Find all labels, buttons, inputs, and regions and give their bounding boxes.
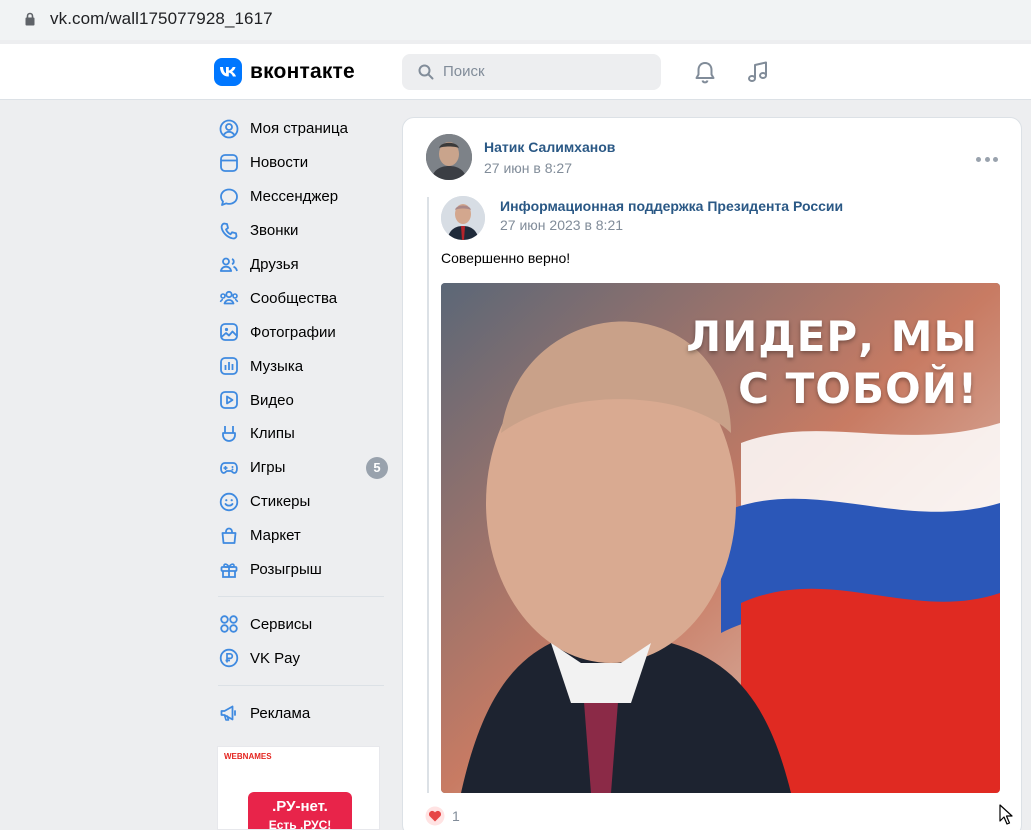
url-text[interactable]: vk.com/wall175077928_1617	[50, 9, 273, 29]
sidebar-item-label: Игры	[250, 459, 286, 477]
ad-brand-logo: WEBNAMES	[224, 752, 272, 761]
wall-post: Натик Салимханов 27 июн в 8:27 Информаци…	[402, 117, 1022, 830]
sidebar-item-market[interactable]: Маркет	[216, 519, 392, 553]
sidebar-item-stickers[interactable]: Стикеры	[216, 485, 392, 519]
sidebar-item-label: Розыгрыш	[250, 561, 322, 579]
sidebar-item-label: Сервисы	[250, 615, 313, 633]
sidebar-item-label: Реклама	[250, 704, 311, 722]
ad-creative: .РУ-нет. Есть .РУС!	[248, 792, 352, 830]
like-button[interactable]: 1	[425, 806, 460, 826]
communities-icon	[218, 287, 240, 309]
sidebar-item-label: Видео	[250, 391, 294, 409]
sidebar-item-label: Звонки	[250, 222, 299, 240]
music-icon[interactable]	[745, 59, 771, 85]
vkpay-icon	[218, 647, 240, 669]
sidebar-item-label: Сообщества	[250, 289, 338, 307]
music-icon	[218, 355, 240, 377]
sidebar-item-communities[interactable]: Сообщества	[216, 281, 392, 315]
sidebar-item-video[interactable]: Видео	[216, 383, 392, 417]
sidebar-item-services[interactable]: Сервисы	[216, 607, 392, 641]
repost-author-avatar[interactable]	[441, 196, 485, 240]
heart-icon	[425, 806, 445, 826]
vk-logo-icon	[214, 58, 242, 86]
stickers-icon	[218, 491, 240, 513]
sidebar-item-label: Стикеры	[250, 493, 311, 511]
sidebar-item-ads[interactable]: Реклама	[216, 696, 392, 730]
sidebar-item-label: Фотографии	[250, 323, 336, 341]
search-placeholder: Поиск	[443, 63, 485, 80]
sidebar-item-games[interactable]: Игры 5	[216, 451, 392, 485]
sidebar-item-photos[interactable]: Фотографии	[216, 315, 392, 349]
repost-date[interactable]: 27 июн 2023 в 8:21	[500, 217, 623, 233]
user-circle-icon	[218, 118, 240, 140]
gift-icon	[218, 559, 240, 581]
vk-header: вконтакте Поиск	[0, 44, 1031, 100]
sidebar-item-label: Моя страница	[250, 120, 348, 138]
photo-headline-line-2: С ТОБОЙ!	[738, 364, 978, 413]
sidebar-item-messenger[interactable]: Мессенджер	[216, 180, 392, 214]
vk-logo[interactable]: вконтакте	[214, 58, 355, 86]
left-sidebar: Моя страница Новости Мессенджер Звонки Д…	[216, 112, 392, 730]
photos-icon	[218, 321, 240, 343]
bell-icon[interactable]	[692, 59, 718, 85]
post-text: Совершенно верно!	[441, 250, 571, 266]
sidebar-item-calls[interactable]: Звонки	[216, 214, 392, 248]
lock-icon	[25, 12, 35, 26]
news-icon	[218, 152, 240, 174]
sidebar-divider	[218, 685, 384, 687]
sidebar-item-news[interactable]: Новости	[216, 146, 392, 180]
sidebar-item-label: Клипы	[250, 425, 295, 443]
vk-logo-text: вконтакте	[250, 60, 355, 83]
ad-banner[interactable]: WEBNAMES .РУ-нет. Есть .РУС!	[217, 746, 380, 830]
clips-icon	[218, 423, 240, 445]
sidebar-divider	[218, 596, 384, 598]
sidebar-item-music[interactable]: Музыка	[216, 349, 392, 383]
repost-author-name[interactable]: Информационная поддержка Президента Росс…	[500, 198, 843, 214]
like-count: 1	[452, 808, 460, 824]
ad-line-2: Есть .РУС!	[268, 818, 332, 830]
post-date[interactable]: 27 июн в 8:27	[484, 160, 572, 176]
browser-address-bar: vk.com/wall175077928_1617	[0, 0, 1031, 40]
ad-line-1: .РУ-нет.	[272, 798, 328, 815]
photo-headline-line-1: ЛИДЕР, МЫ	[686, 312, 978, 361]
market-icon	[218, 525, 240, 547]
sidebar-item-friends[interactable]: Друзья	[216, 248, 392, 282]
more-options-icon[interactable]	[976, 148, 998, 170]
sidebar-item-label: VK Pay	[250, 649, 301, 667]
search-icon	[418, 64, 434, 80]
sidebar-item-label: Маркет	[250, 527, 301, 545]
mouse-cursor-icon	[999, 804, 1013, 825]
author-avatar[interactable]	[426, 134, 472, 180]
services-icon	[218, 613, 240, 635]
photo-headline: ЛИДЕР, МЫ С ТОБОЙ!	[686, 311, 978, 415]
sidebar-item-clips[interactable]: Клипы	[216, 417, 392, 451]
search-input[interactable]: Поиск	[402, 54, 661, 90]
sidebar-item-label: Новости	[250, 154, 309, 172]
sidebar-item-my-page[interactable]: Моя страница	[216, 112, 392, 146]
repost-indicator-line	[427, 197, 429, 793]
post-author-name[interactable]: Натик Салимханов	[484, 139, 615, 155]
games-icon	[218, 457, 240, 479]
phone-icon	[218, 220, 240, 242]
sidebar-item-vkpay[interactable]: VK Pay	[216, 641, 392, 675]
friends-icon	[218, 254, 240, 276]
sidebar-item-label: Друзья	[250, 256, 299, 273]
video-icon	[218, 389, 240, 411]
megaphone-icon	[218, 702, 240, 724]
post-photo[interactable]: ЛИДЕР, МЫ С ТОБОЙ!	[441, 283, 1000, 793]
games-count-badge: 5	[366, 456, 388, 479]
sidebar-item-giveaway[interactable]: Розыгрыш	[216, 553, 392, 587]
sidebar-item-label: Мессенджер	[250, 188, 339, 206]
sidebar-item-label: Музыка	[250, 357, 304, 375]
message-icon	[218, 186, 240, 208]
